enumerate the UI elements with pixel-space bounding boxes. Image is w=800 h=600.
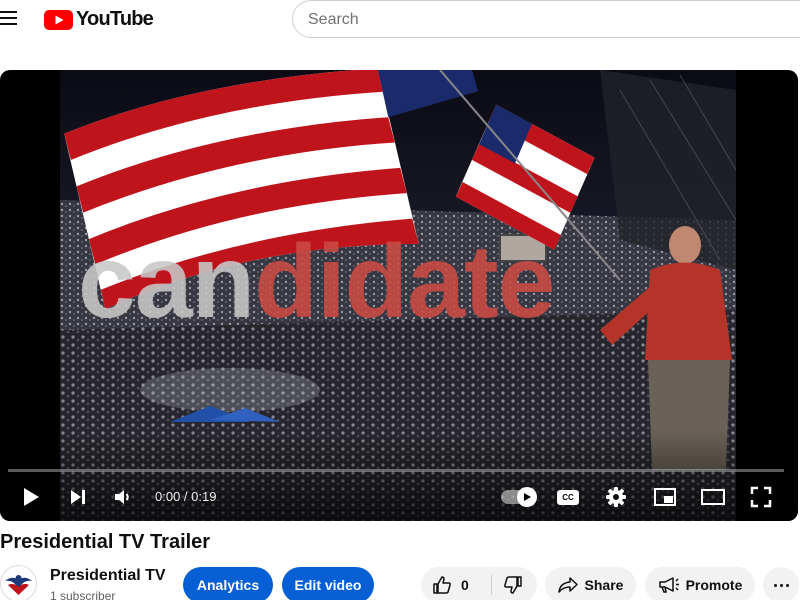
- video-overlay-text: candidate: [78, 230, 555, 334]
- search-box[interactable]: [292, 0, 800, 38]
- subtitles-button[interactable]: CC: [553, 482, 583, 512]
- share-label: Share: [584, 577, 624, 593]
- theater-mode-button[interactable]: [697, 482, 729, 512]
- subscriber-count: 1 subscriber: [50, 589, 116, 600]
- like-count: 0: [461, 577, 469, 593]
- autoplay-toggle-icon: [501, 487, 537, 507]
- miniplayer-icon: [654, 488, 676, 506]
- edit-video-button[interactable]: Edit video: [282, 567, 374, 600]
- next-button[interactable]: [62, 482, 94, 512]
- like-dislike-group: 0: [421, 567, 537, 600]
- volume-icon: [115, 490, 129, 504]
- analytics-button[interactable]: Analytics: [183, 567, 273, 600]
- eagle-logo-icon: [0, 565, 37, 600]
- promote-button[interactable]: Promote: [645, 567, 755, 600]
- overlay-text-grey: can: [78, 224, 255, 340]
- promote-label: Promote: [685, 577, 743, 593]
- logo-text: YouTube: [76, 8, 154, 30]
- settings-icon: [606, 487, 626, 507]
- menu-icon[interactable]: [0, 9, 18, 27]
- more-horizontal-icon: [772, 583, 790, 587]
- autoplay-toggle[interactable]: [498, 482, 538, 512]
- thumbs-down-icon: [504, 576, 522, 594]
- megaphone-icon: [658, 577, 679, 593]
- time-display: 0:00 / 0:19: [155, 489, 217, 504]
- theater-mode-icon: [701, 489, 725, 505]
- next-icon: [71, 490, 85, 504]
- youtube-logo[interactable]: YouTube: [44, 8, 154, 31]
- share-icon: [557, 577, 578, 593]
- miniplayer-button[interactable]: [649, 482, 681, 512]
- like-button[interactable]: 0: [421, 567, 491, 600]
- more-actions-button[interactable]: [763, 567, 799, 600]
- play-button[interactable]: [16, 482, 46, 512]
- top-bar: YouTube: [0, 0, 800, 40]
- search-input[interactable]: [308, 9, 768, 31]
- thumbs-up-icon: [433, 576, 451, 594]
- dislike-button[interactable]: [492, 567, 537, 600]
- video-title: Presidential TV Trailer: [0, 531, 211, 553]
- subtitles-icon: CC: [557, 489, 579, 505]
- share-button[interactable]: Share: [545, 567, 636, 600]
- youtube-play-logo-icon: [44, 9, 73, 30]
- video-player[interactable]: candidate 0:00 / 0:19 CC: [0, 70, 798, 521]
- channel-name[interactable]: Presidential TV: [50, 567, 166, 585]
- fullscreen-button[interactable]: [745, 482, 777, 512]
- channel-avatar[interactable]: [0, 565, 37, 600]
- settings-button[interactable]: [601, 482, 631, 512]
- overlay-text-red: didate: [254, 224, 555, 340]
- play-icon: [24, 488, 39, 506]
- progress-bar[interactable]: [8, 469, 784, 472]
- fullscreen-icon: [750, 486, 772, 508]
- mute-button[interactable]: [108, 482, 138, 512]
